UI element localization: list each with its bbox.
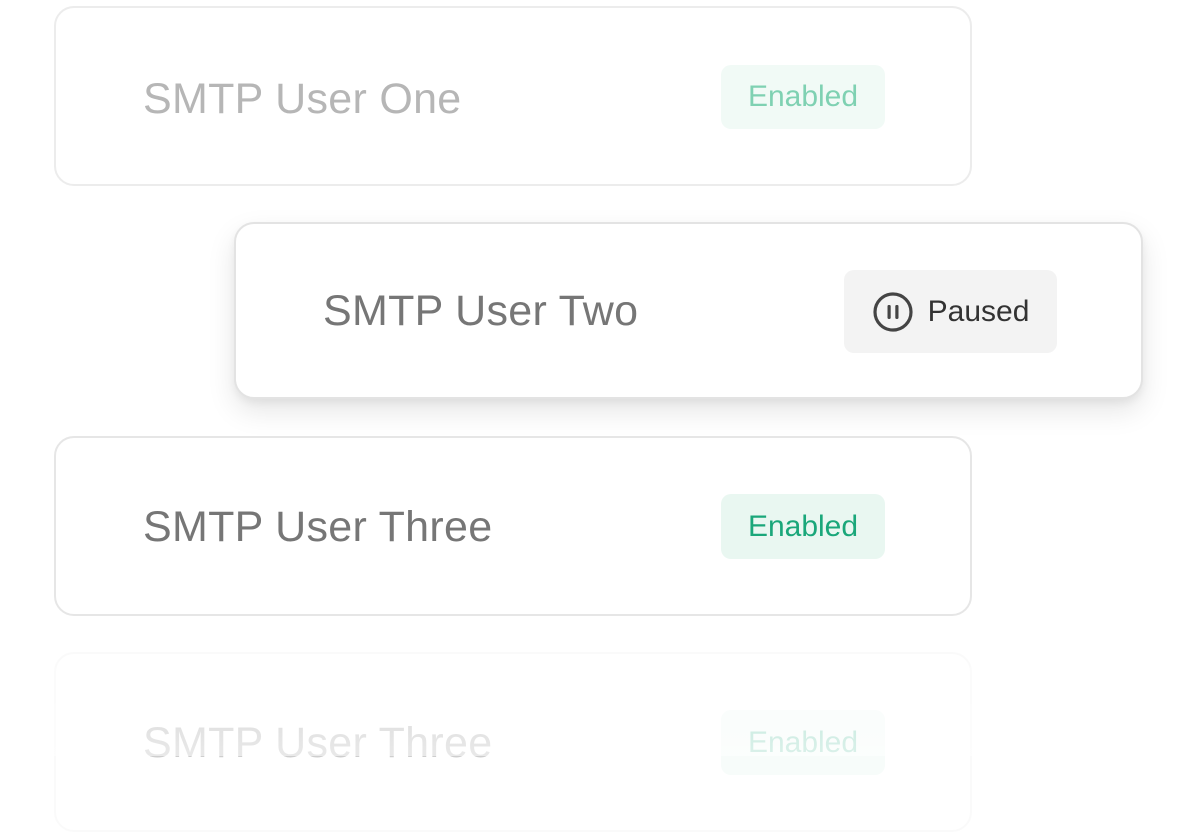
- smtp-user-name: SMTP User Two: [323, 287, 639, 335]
- smtp-user-name: SMTP User One: [143, 75, 462, 123]
- smtp-user-name: SMTP User Three: [143, 503, 493, 551]
- status-badge: Paused: [844, 270, 1057, 353]
- status-badge: Enabled: [721, 65, 885, 129]
- smtp-user-card[interactable]: SMTP User Three Enabled: [54, 436, 972, 616]
- smtp-user-name: SMTP User Three: [143, 719, 493, 767]
- smtp-user-card[interactable]: SMTP User One Enabled: [54, 6, 972, 186]
- pause-circle-icon: [873, 291, 913, 332]
- smtp-user-card[interactable]: SMTP User Three Enabled: [54, 652, 972, 832]
- status-badge: Enabled: [721, 494, 885, 559]
- status-badge: Enabled: [721, 710, 885, 775]
- status-badge-label: Paused: [927, 294, 1030, 328]
- smtp-user-card-dragging[interactable]: SMTP User Two Paused: [234, 222, 1143, 399]
